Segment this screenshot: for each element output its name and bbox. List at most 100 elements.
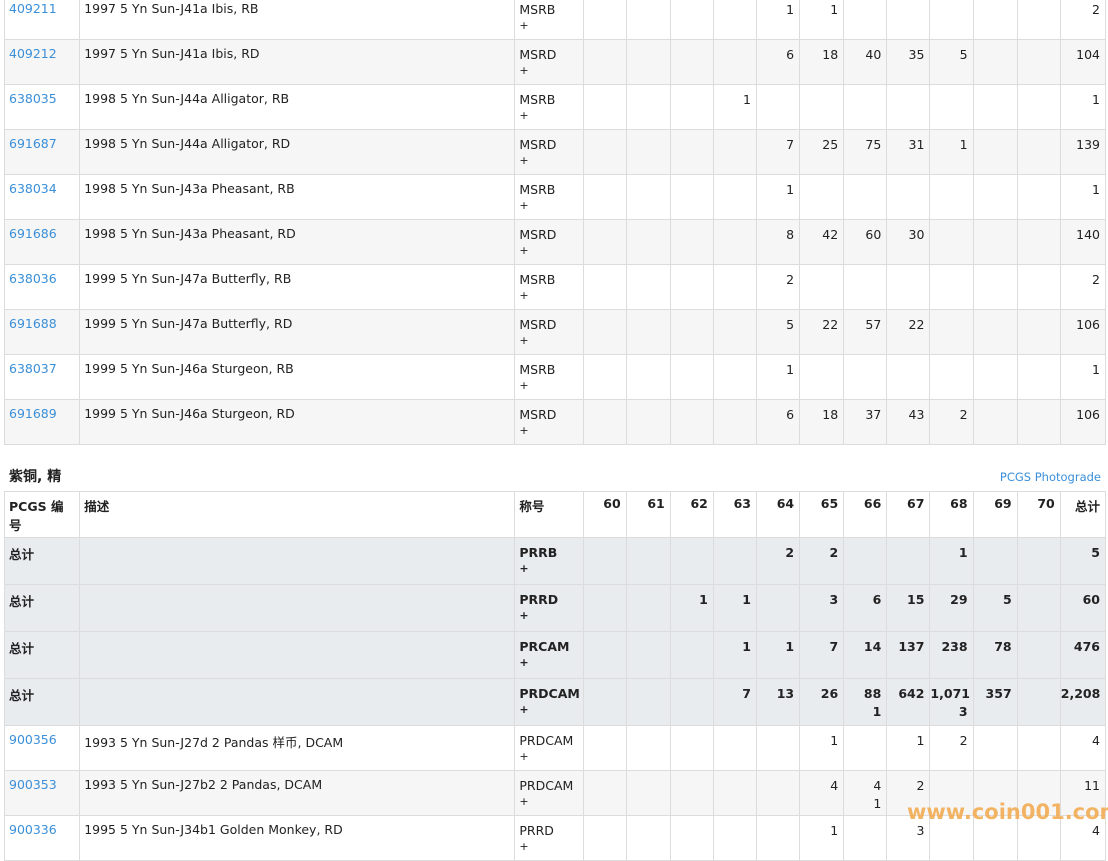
grade-count-cell [712,815,757,861]
grade-count-cell [582,354,627,400]
grade-count-cell: 1 [929,129,974,175]
grade-count-cell: 7 [799,631,845,679]
plus-marker[interactable]: + [519,244,582,258]
plus-marker[interactable]: + [519,379,582,393]
grade-count-cell [669,129,714,175]
grade-count-cell: 8 [755,219,801,265]
grade-count-cell [582,264,627,310]
plus-marker[interactable]: + [519,64,582,78]
grade-count-cell [669,354,714,400]
total-count-cell: 106 [1059,399,1107,445]
pcgs-number-cell: 409212 [3,39,81,85]
grade-count-cell: 5 [972,584,1018,632]
grade-count-cell [712,39,757,85]
description-cell [79,678,516,726]
designation-cell: MSRB + [514,0,584,40]
table-header-row: PCGS 编号 描述 称号 60 61 62 63 64 65 66 67 68 69 70 总计 [3,491,1107,538]
designation: PRDCAM [519,686,580,701]
designation: PRRD [519,592,559,607]
grade-count-cell [669,264,714,310]
plus-marker[interactable]: + [519,656,582,670]
pcgs-number-link[interactable]: 409211 [9,1,57,16]
total-row: 总计 PRRD +1 1 3 6 15 29 5 60 [3,584,1107,632]
pcgs-number-link[interactable]: 638035 [9,91,57,106]
grade-count-cell: 6 [755,399,801,445]
plus-marker[interactable]: + [519,289,582,303]
designation: PRCAM [519,639,570,654]
grade-count-cell [582,219,627,265]
designation: MSRB [519,362,556,377]
grade-count-cell [1016,399,1061,445]
grade-count-cell [625,129,671,175]
designation-cell: PRDCAM + [514,725,584,771]
pcgs-number-link[interactable]: 638036 [9,271,57,286]
grade-count-cell [972,309,1018,355]
column-header: 68 [929,491,974,538]
total-count-cell: 104 [1059,39,1107,85]
designation: PRRD [519,823,554,838]
grade-count-cell [972,725,1018,771]
grade-count-cell [843,0,888,40]
grade-count-cell [929,174,974,220]
grade-count-cell [886,264,931,310]
pcgs-number-link[interactable]: 691688 [9,316,57,331]
watermark: www.coin001.com [907,800,1108,824]
plus-marker[interactable]: + [519,795,582,809]
grade-count-cell [625,39,671,85]
pcgs-photograde-link[interactable]: PCGS Photograde [1000,470,1101,484]
description-cell: 1993 5 Yn Sun-J27b2 2 Pandas, DCAM [79,770,516,816]
plus-marker[interactable]: + [519,750,582,764]
pcgs-number-link[interactable]: 638037 [9,361,57,376]
grade-count-cell [972,84,1018,130]
grade-count-cell [1016,354,1061,400]
pcgs-number-link[interactable]: 409212 [9,46,57,61]
grade-count-cell [669,219,714,265]
plus-marker[interactable]: + [519,109,582,123]
grade-count-cell [625,678,671,726]
description-cell: 1999 5 Yn Sun-J46a Sturgeon, RB [79,354,516,400]
table-row: 638036 1999 5 Yn Sun-J47a Butterfly, RB MS… [3,264,1107,310]
designation-cell: MSRD + [514,39,584,85]
table-row: 900356 1993 5 Yn Sun-J27d 2 Pandas 样币, DC… [3,725,1107,771]
plus-marker[interactable]: + [519,424,582,438]
plus-marker[interactable]: + [519,154,582,168]
pcgs-number-link[interactable]: 638034 [9,181,57,196]
pcgs-number-link[interactable]: 691686 [9,226,57,241]
grade-count-cell [1016,725,1061,771]
plus-marker[interactable]: + [519,19,582,33]
grade-count-cell: 26 [799,678,845,726]
pcgs-number-link[interactable]: 691689 [9,406,57,421]
designation-cell: PRCAM + [514,631,584,679]
plus-marker[interactable]: + [519,609,582,623]
pcgs-number-link[interactable]: 900336 [9,822,57,837]
grade-count-cell [712,354,757,400]
pcgs-number-link[interactable]: 691687 [9,136,57,151]
plus-marker[interactable]: + [519,562,582,576]
designation: MSRB [519,92,556,107]
plus-marker[interactable]: + [519,703,582,717]
grade-count-cell [972,264,1018,310]
grade-count-cell: 137 [886,631,931,679]
grade-count-cell [886,0,931,40]
column-header: 描述 [79,491,516,538]
description-cell: 1998 5 Yn Sun-J43a Pheasant, RB [79,174,516,220]
designation: MSRD [519,137,557,152]
total-count-cell: 60 [1059,584,1107,632]
pcgs-number-link[interactable]: 900356 [9,732,57,747]
grade-count-cell: 29 [929,584,974,632]
grade-count-cell [799,174,845,220]
total-count-cell: 5 [1059,537,1107,585]
plus-marker[interactable]: + [519,840,582,854]
pcgs-number-cell: 691689 [3,399,81,445]
grade-count-cell: 13 [755,678,801,726]
plus-marker[interactable]: + [519,334,582,348]
plus-marker[interactable]: + [519,199,582,213]
grade-count-cell [1016,584,1061,632]
grade-count-cell [582,584,627,632]
grade-count-cell [972,39,1018,85]
grade-count-cell [712,129,757,175]
pcgs-number-link[interactable]: 900353 [9,777,57,792]
grade-count-cell [929,309,974,355]
grade-count-cell: 1 [886,725,931,771]
table-row: 409212 1997 5 Yn Sun-J41a Ibis, RD MSRD +6 1… [3,39,1107,85]
